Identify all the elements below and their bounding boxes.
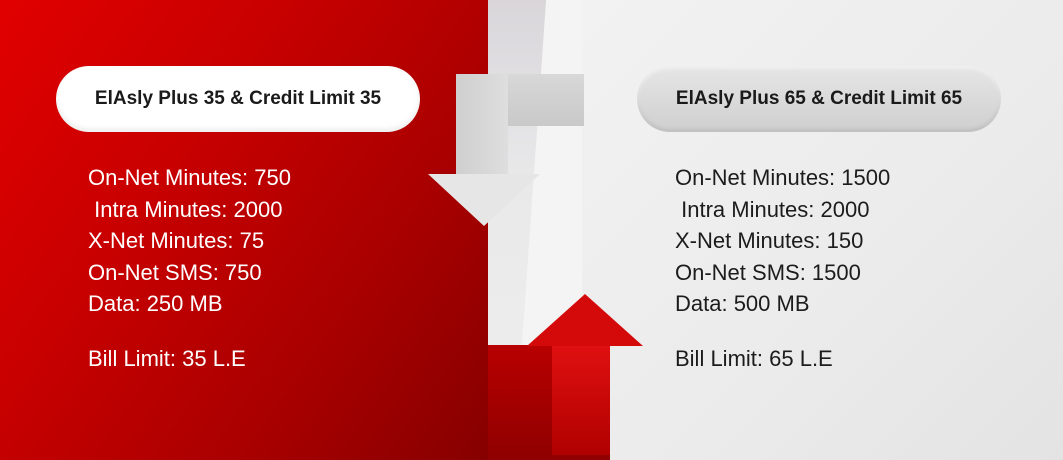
plan-35-features: On-Net Minutes: 750 Intra Minutes: 2000 …	[88, 162, 291, 320]
plan-65-features: On-Net Minutes: 1500 Intra Minutes: 2000…	[675, 162, 890, 320]
upgrade-arrow-stem	[552, 345, 610, 455]
plan-65-feature-intra-minutes: Intra Minutes: 2000	[675, 196, 870, 222]
plan-65-feature-on-net-sms: On-Net SMS: 1500	[675, 259, 861, 285]
downgrade-arrow-stem	[456, 74, 508, 174]
plan-65-feature-data: Data: 500 MB	[675, 291, 810, 316]
plan-35-title: ElAsly Plus 35 & Credit Limit 35	[56, 66, 420, 132]
downgrade-arrow-head	[428, 174, 540, 226]
plan-65-feature-x-net-minutes: X-Net Minutes: 150	[675, 228, 864, 253]
upgrade-arrow-head	[527, 294, 643, 346]
plan-comparison-banner: ElAsly Plus 35 & Credit Limit 35 On-Net …	[0, 0, 1063, 460]
plan-35-feature-on-net-minutes: On-Net Minutes: 750	[88, 165, 291, 190]
plan-35-feature-on-net-sms: On-Net SMS: 750	[88, 259, 262, 285]
plan-35-feature-x-net-minutes: X-Net Minutes: 75	[88, 228, 265, 253]
plan-35-feature-intra-minutes: Intra Minutes: 2000	[88, 196, 283, 222]
plan-65-feature-on-net-minutes: On-Net Minutes: 1500	[675, 165, 891, 190]
plan-35-bill-limit: Bill Limit: 35 L.E	[88, 346, 246, 371]
plan-35-feature-data: Data: 250 MB	[88, 291, 223, 316]
plan-65-title: ElAsly Plus 65 & Credit Limit 65	[637, 66, 1001, 132]
plan-65-bill-limit: Bill Limit: 65 L.E	[675, 346, 833, 371]
